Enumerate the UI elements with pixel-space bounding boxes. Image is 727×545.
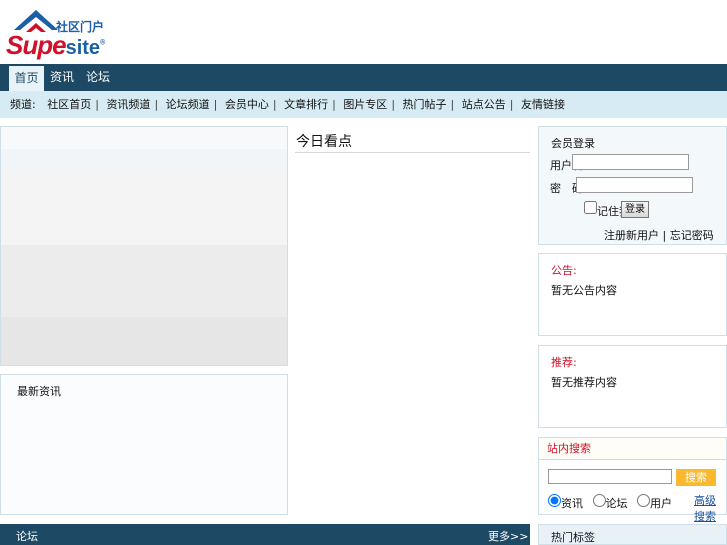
tags-panel: 热门标签 bbox=[538, 524, 727, 545]
channel-item[interactable]: 图片专区 bbox=[343, 98, 387, 111]
search-title: 站内搜索 bbox=[539, 438, 726, 460]
recommend-panel: 推荐: 暂无推荐内容 bbox=[538, 345, 727, 428]
announcement-title: 公告: bbox=[551, 264, 577, 277]
channel-item[interactable]: 文章排行 bbox=[284, 98, 328, 111]
slideshow-panel[interactable] bbox=[0, 126, 288, 366]
section-divider bbox=[295, 152, 530, 153]
username-input[interactable] bbox=[572, 154, 689, 170]
channel-bar: 频道: 社区首页 | 资讯频道 | 论坛频道 | 会员中心 | 文章排行 | 图片专区 | … bbox=[0, 91, 727, 118]
scope-radio[interactable] bbox=[592, 494, 606, 507]
more-link[interactable]: 更多>> bbox=[488, 528, 528, 544]
section-title: 今日看点 bbox=[296, 134, 352, 150]
slide-band bbox=[1, 245, 287, 317]
divider: | bbox=[272, 98, 277, 111]
news-panel: 最新资讯 bbox=[0, 374, 288, 515]
login-button[interactable]: 登录 bbox=[621, 201, 649, 218]
divider: | bbox=[154, 98, 159, 111]
tags-title: 热门标签 bbox=[551, 531, 595, 544]
news-panel-title: 最新资讯 bbox=[17, 385, 61, 398]
channel-label: 频道: bbox=[10, 98, 36, 111]
divider: | bbox=[662, 229, 670, 242]
slide-band bbox=[1, 317, 287, 365]
search-scope: 资讯 论坛 用户 bbox=[548, 494, 678, 511]
search-button[interactable]: 搜索 bbox=[676, 469, 716, 486]
divider: | bbox=[332, 98, 336, 111]
site-logo[interactable]: 社区门户 Supesite® bbox=[6, 8, 106, 60]
channel-item[interactable]: 热门帖子 bbox=[403, 98, 447, 111]
nav-tab-news[interactable]: 资讯 bbox=[50, 64, 74, 91]
scope-option[interactable]: 论坛 bbox=[592, 494, 628, 510]
forum-section-title: 论坛 bbox=[16, 530, 38, 543]
slide-band bbox=[1, 127, 287, 149]
register-link[interactable]: 注册新用户 bbox=[604, 229, 659, 242]
recommend-text: 暂无推荐内容 bbox=[551, 376, 617, 389]
divider: | bbox=[391, 98, 396, 111]
remember-checkbox[interactable] bbox=[584, 201, 597, 214]
channel-item[interactable]: 友情链接 bbox=[521, 98, 565, 111]
slide-band bbox=[1, 149, 287, 171]
forgot-password-link[interactable]: 忘记密码 bbox=[670, 229, 714, 242]
login-panel: 会员登录 用户名: 密 码: 记住我 登录 注册新用户 | 忘记密码 bbox=[538, 126, 727, 245]
channel-item[interactable]: 论坛频道 bbox=[166, 98, 210, 111]
password-input[interactable] bbox=[576, 177, 693, 193]
divider: | bbox=[213, 98, 218, 111]
search-input[interactable] bbox=[548, 469, 672, 484]
login-title: 会员登录 bbox=[551, 137, 595, 150]
slide-band bbox=[1, 171, 287, 245]
divider: | bbox=[509, 98, 514, 111]
nav-tab-home[interactable]: 首页 bbox=[9, 64, 44, 91]
search-panel: 站内搜索 搜索 资讯 论坛 用户 高级搜索 bbox=[538, 437, 727, 523]
advanced-search-link[interactable]: 高级搜索 bbox=[694, 492, 726, 524]
forum-section-header: 论坛 更多>> bbox=[0, 524, 530, 545]
logo-wordmark: Supesite® bbox=[6, 30, 105, 60]
divider: | bbox=[95, 98, 99, 111]
scope-option[interactable]: 资讯 bbox=[548, 494, 583, 510]
main-nav: 首页 资讯 论坛 bbox=[0, 64, 727, 91]
scope-radio[interactable] bbox=[548, 494, 561, 507]
scope-option[interactable]: 用户 bbox=[637, 494, 672, 510]
recommend-title: 推荐: bbox=[551, 356, 577, 369]
channel-item[interactable]: 资讯频道 bbox=[106, 98, 150, 111]
announcement-text: 暂无公告内容 bbox=[551, 284, 617, 297]
scope-radio[interactable] bbox=[637, 494, 650, 507]
announcement-panel: 公告: 暂无公告内容 bbox=[538, 253, 727, 336]
login-links: 注册新用户 | 忘记密码 bbox=[604, 227, 714, 243]
divider: | bbox=[450, 98, 455, 111]
channel-item[interactable]: 会员中心 bbox=[225, 98, 269, 111]
channel-item[interactable]: 社区首页 bbox=[47, 98, 91, 111]
nav-tab-forum[interactable]: 论坛 bbox=[86, 64, 110, 91]
channel-item[interactable]: 站点公告 bbox=[462, 98, 506, 111]
